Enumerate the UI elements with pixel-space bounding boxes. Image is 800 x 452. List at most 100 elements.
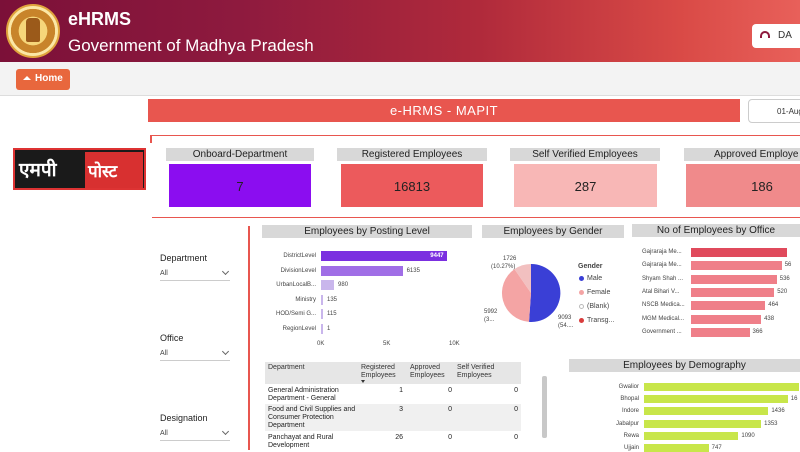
legend-label: (Blank) xyxy=(587,303,610,310)
table-scrollbar[interactable] xyxy=(542,376,547,438)
demography-bar xyxy=(644,407,769,416)
slicer-office-label: Office xyxy=(160,333,184,343)
date-picker[interactable]: 01-Aug- xyxy=(748,99,800,123)
table-cell-appr: 0 xyxy=(448,406,452,413)
posting-category-label: RegionLevel xyxy=(282,325,316,332)
demography-category-label: Indore xyxy=(621,408,639,415)
office-category-label: Gajraraja Me... xyxy=(642,262,682,269)
posting-bar xyxy=(321,294,323,305)
demography-category-label: Bhopal xyxy=(620,396,639,403)
demography-value-label: 16 xyxy=(790,396,798,403)
table-cell-appr: 0 xyxy=(448,434,452,441)
app-title: eHRMS xyxy=(68,9,132,29)
slicer-office-value: All xyxy=(160,350,168,357)
slicer-office-dropdown[interactable]: All xyxy=(160,347,230,361)
col-header-selfverified[interactable]: Self Verified Employees xyxy=(457,364,517,380)
posting-bar xyxy=(321,323,323,334)
slicer-department-value: All xyxy=(160,270,168,277)
demography-value-label: 1353 xyxy=(764,420,778,427)
office-category-label: MGM Medical... xyxy=(642,315,685,322)
divider-vertical xyxy=(248,226,250,450)
card-onboard-title: Onboard-Department xyxy=(166,148,314,161)
divider-top xyxy=(150,135,800,136)
legend-label: Transg... xyxy=(587,317,615,324)
legend-marker xyxy=(579,290,584,295)
home-icon xyxy=(23,76,31,80)
posting-category-label: DivisionLevel xyxy=(280,267,316,274)
gender-legend-title: Gender xyxy=(578,263,603,270)
office-category-label: Shyam Shah ... xyxy=(642,275,684,282)
table-cell-reg: 26 xyxy=(395,434,403,441)
posting-axis-tick: 0K xyxy=(317,341,325,347)
demography-bar xyxy=(644,395,788,404)
office-value-label: 464 xyxy=(768,302,779,309)
legend-marker xyxy=(579,276,584,281)
posting-category-label: UrbanLocalB... xyxy=(276,282,316,288)
table-cell-appr: 0 xyxy=(448,387,452,394)
posting-bar xyxy=(321,309,323,319)
pie-label-right-pct: (54.... xyxy=(558,323,574,329)
table-cell-dept: Panchayat and Rural Development xyxy=(268,434,334,449)
posting-value-label: 1 xyxy=(327,325,331,332)
office-value-label: 536 xyxy=(779,275,790,282)
office-category-label: NSCB Medica... xyxy=(642,302,685,309)
office-bar xyxy=(691,287,775,297)
col-header-department[interactable]: Department xyxy=(268,364,305,372)
demography-category-label: Gwalior xyxy=(618,384,639,390)
card-registered-title: Registered Employees xyxy=(337,148,487,161)
dashboard-icon xyxy=(760,31,770,38)
posting-value-label: 135 xyxy=(327,296,338,303)
table-cell-self: 0 xyxy=(514,387,518,394)
posting-value-label: 980 xyxy=(338,282,349,288)
table-cell-self: 0 xyxy=(514,434,518,441)
slicer-department-dropdown[interactable]: All xyxy=(160,267,230,281)
slicer-designation-label: Designation xyxy=(160,413,208,423)
gender-pie-chart xyxy=(501,263,561,322)
logo-right-text: पोस्ट xyxy=(85,152,143,188)
card-approved-title: Approved Employe xyxy=(684,148,800,161)
col-header-registered[interactable]: Registered Employees xyxy=(361,364,403,380)
table-cell-dept: Food and Civil Supplies and Consumer Pro… xyxy=(268,406,356,429)
slicer-department-label: Department xyxy=(160,253,208,263)
office-bar xyxy=(691,261,782,271)
chevron-down-icon xyxy=(221,347,230,356)
office-bar xyxy=(691,301,766,311)
table-cell-reg: 1 xyxy=(399,387,403,394)
office-value-label: 366 xyxy=(752,328,763,335)
slicer-designation-value: All xyxy=(160,430,168,437)
posting-value-label: 115 xyxy=(327,311,337,317)
chevron-down-icon xyxy=(221,427,230,436)
home-button[interactable]: Home xyxy=(16,69,70,90)
dashboard-button[interactable]: DA xyxy=(752,24,800,48)
col-header-approved[interactable]: Approved Employees xyxy=(410,364,450,380)
card-selfverified-title: Self Verified Employees xyxy=(510,148,660,161)
logo-left-text: एमपी xyxy=(19,159,57,181)
report-banner: e-HRMS - MAPIT xyxy=(148,99,740,122)
card-selfverified-value: 287 xyxy=(574,179,597,194)
office-category-label: Gajraraja Me... xyxy=(642,249,682,255)
posting-axis-tick: 10K xyxy=(449,341,460,347)
table-cell-self: 0 xyxy=(514,406,518,413)
office-bar xyxy=(691,248,787,257)
legend-label: Female xyxy=(587,289,611,296)
toolbar xyxy=(0,62,800,96)
demography-value-label: 1090 xyxy=(741,432,755,439)
legend-label: Male xyxy=(587,275,603,282)
office-category-label: Government ... xyxy=(642,328,682,335)
office-chart-title: No of Employees by Office xyxy=(632,224,800,237)
table-cell-reg: 3 xyxy=(399,406,403,413)
demography-bar xyxy=(644,419,762,428)
card-onboard-value: 7 xyxy=(236,179,244,194)
office-bar xyxy=(691,274,777,284)
home-button-label: Home xyxy=(35,73,63,84)
posting-category-label: Ministry xyxy=(295,296,316,303)
slicer-designation-dropdown[interactable]: All xyxy=(160,427,230,441)
posting-category-label: DistrictLevel xyxy=(283,253,316,259)
demography-bar xyxy=(644,383,799,391)
dashboard-button-label: DA xyxy=(778,30,792,41)
mp-post-logo: एमपी पोस्ट xyxy=(13,148,146,190)
posting-axis-tick: 5K xyxy=(383,341,391,347)
posting-value-label: 9447 xyxy=(430,253,444,259)
posting-chart-title: Employees by Posting Level xyxy=(262,225,472,238)
office-value-label: 520 xyxy=(777,288,788,295)
